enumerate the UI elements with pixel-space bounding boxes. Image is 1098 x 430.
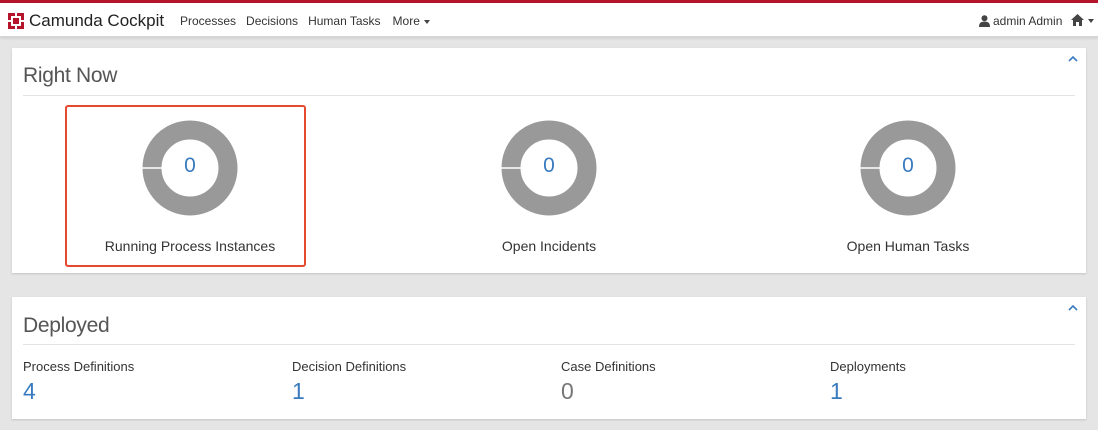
user-icon	[979, 15, 990, 27]
case-definitions-label: Case Definitions	[561, 359, 656, 374]
selection-highlight	[65, 105, 306, 267]
stat-label: Open Incidents	[501, 238, 597, 254]
nav-processes[interactable]: Processes	[180, 14, 236, 28]
decision-definitions-label: Decision Definitions	[292, 359, 407, 374]
deployed-title: Deployed	[23, 314, 110, 337]
deployed-panel: Deployed Process Definitions 4 Decision …	[12, 297, 1086, 419]
right-now-title: Right Now	[23, 64, 118, 87]
chevron-down-icon	[1088, 18, 1094, 23]
top-navbar: Camunda Cockpit Processes Decisions Huma…	[0, 0, 1098, 37]
chevron-down-icon	[423, 19, 430, 24]
home-icon	[1071, 14, 1084, 26]
stat-value[interactable]: 0	[860, 154, 956, 178]
nav-more-dropdown[interactable]: More	[393, 14, 430, 28]
stat-label: Open Human Tasks	[846, 238, 970, 254]
collapse-chevron-up-icon[interactable]	[1067, 303, 1079, 313]
deployments-count[interactable]: 1	[830, 378, 843, 405]
process-definitions-count[interactable]: 4	[23, 378, 36, 405]
nav-human-tasks[interactable]: Human Tasks	[308, 14, 380, 28]
user-name: admin Admin	[993, 14, 1063, 28]
collapse-chevron-up-icon[interactable]	[1067, 54, 1079, 64]
panel-divider	[23, 95, 1075, 96]
main-nav: Processes Decisions Human Tasks More	[180, 14, 440, 28]
deployments-label: Deployments	[830, 359, 906, 374]
nav-decisions[interactable]: Decisions	[246, 14, 298, 28]
nav-more-label: More	[392, 14, 420, 28]
user-menu[interactable]: admin Admin	[979, 14, 1062, 28]
camunda-logo-icon	[8, 13, 24, 29]
brand[interactable]: Camunda Cockpit	[8, 11, 164, 31]
home-menu[interactable]	[1071, 14, 1094, 26]
decision-definitions-count[interactable]: 1	[292, 378, 305, 405]
process-definitions-label: Process Definitions	[23, 359, 135, 374]
case-definitions-count: 0	[561, 378, 574, 404]
right-now-panel: Right Now 0 Running Process Instances 0 …	[12, 48, 1086, 273]
brand-name: Camunda Cockpit	[29, 11, 165, 30]
panel-divider	[23, 344, 1075, 345]
stat-value[interactable]: 0	[501, 154, 597, 178]
